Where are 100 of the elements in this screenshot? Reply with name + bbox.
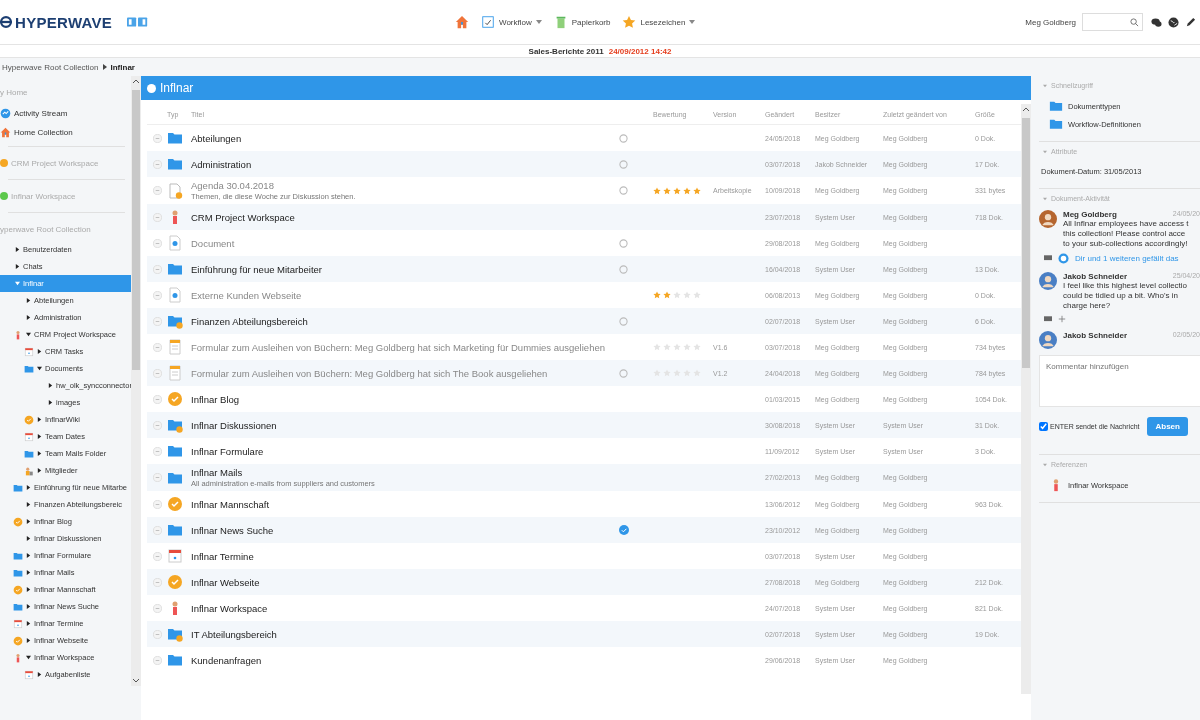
- collapsed-icon[interactable]: [26, 485, 31, 490]
- collapsed-icon[interactable]: [26, 315, 31, 320]
- collapsed-icon[interactable]: [26, 553, 31, 558]
- item-title[interactable]: Inflnar Termine: [191, 550, 254, 562]
- item-title[interactable]: CRM Project Workspace: [191, 211, 295, 223]
- home-menu[interactable]: [455, 15, 469, 29]
- expand-icon[interactable]: [152, 186, 162, 195]
- breadcrumb-link[interactable]: Hyperwave Root Collection: [2, 62, 99, 72]
- item-title[interactable]: Inflnar Blog: [191, 393, 240, 405]
- expand-icon[interactable]: [152, 525, 162, 535]
- item-title[interactable]: Finanzen Abteilungsbereich: [191, 315, 308, 327]
- folder-icon: [13, 482, 23, 493]
- collapsed-icon[interactable]: [48, 400, 53, 405]
- expand-icon[interactable]: [152, 394, 162, 404]
- expand-icon[interactable]: [152, 551, 162, 561]
- collapsed-icon[interactable]: [15, 247, 20, 252]
- collapsed-icon[interactable]: [48, 383, 53, 388]
- collapsed-icon[interactable]: [26, 519, 31, 524]
- collapsed-icon[interactable]: [37, 672, 42, 677]
- expand-icon[interactable]: [152, 420, 162, 430]
- expand-icon[interactable]: [152, 499, 162, 509]
- star-rating[interactable]: [653, 343, 701, 351]
- item-title[interactable]: Agenda 30.04.2018: [191, 180, 274, 191]
- collapsed-icon[interactable]: [26, 536, 31, 541]
- expand-icon[interactable]: [152, 473, 162, 482]
- item-title[interactable]: Inflnar Formulare: [191, 445, 264, 457]
- comment-field[interactable]: Kommentar hinzufügen: [1039, 355, 1200, 407]
- expand-icon[interactable]: [152, 368, 162, 378]
- collapsed-icon[interactable]: [26, 298, 31, 303]
- collapsed-icon[interactable]: [37, 434, 42, 439]
- item-title[interactable]: Einführung für neue Mitarbeiter: [191, 263, 322, 275]
- expand-icon[interactable]: [152, 446, 162, 456]
- item-title[interactable]: Inflnar Diskussionen: [191, 419, 277, 431]
- item-title[interactable]: Inflnar Mannschaft: [191, 498, 270, 510]
- collapsed-icon[interactable]: [37, 468, 42, 473]
- star-icon: [693, 186, 701, 195]
- item-title[interactable]: Document: [191, 237, 235, 249]
- star-rating[interactable]: [653, 291, 701, 299]
- collapsed-icon[interactable]: [26, 502, 31, 507]
- collapsed-icon[interactable]: [37, 451, 42, 456]
- item-title[interactable]: Kundenanfragen: [191, 654, 262, 666]
- pencil-icon[interactable]: [1185, 16, 1196, 28]
- expand-icon[interactable]: [152, 238, 162, 248]
- star-icon: [673, 343, 681, 351]
- layout-icon[interactable]: [127, 17, 150, 27]
- item-title[interactable]: Inflnar Workspace: [191, 602, 268, 614]
- collapsed-icon[interactable]: [37, 349, 42, 354]
- star-menu[interactable]: Lesezeichen: [622, 15, 696, 29]
- star-icon: [693, 343, 701, 351]
- item-title[interactable]: Externe Kunden Webseite: [191, 289, 302, 301]
- globe-icon[interactable]: [1168, 16, 1179, 28]
- folder-icon: [167, 130, 183, 146]
- folder-icon: [13, 550, 23, 561]
- item-title[interactable]: Formular zum Ausleihen von Büchern: Meg Goldberg hat sich Marketing für Dummies ausgeliehen: [191, 341, 605, 353]
- sidebar-item[interactable]: Activity Stream: [0, 104, 131, 123]
- checkbox[interactable]: [1039, 422, 1048, 431]
- expanded-icon[interactable]: [26, 655, 31, 660]
- folder-icon: [13, 567, 23, 578]
- item-title[interactable]: Inflnar Mails: [191, 467, 243, 478]
- collapsed-icon[interactable]: [37, 417, 42, 422]
- logo: HYPERWAVE: [15, 13, 113, 31]
- expand-icon[interactable]: [152, 316, 162, 326]
- collapsed-icon[interactable]: [26, 570, 31, 575]
- collapsed-icon[interactable]: [26, 638, 31, 643]
- sidebar-item[interactable]: Home Collection: [0, 123, 131, 142]
- item-title[interactable]: Formular zum Ausleihen von Büchern: Meg Goldberg hat sich The Book ausgeliehen: [191, 367, 548, 379]
- expand-icon[interactable]: [152, 133, 162, 143]
- expand-icon[interactable]: [152, 603, 162, 613]
- collapsed-icon[interactable]: [26, 604, 31, 609]
- author-name[interactable]: Jakob Schneider: [1063, 272, 1128, 281]
- author-name[interactable]: Jakob Schneider: [1063, 331, 1128, 340]
- item-title[interactable]: Administration: [191, 158, 252, 170]
- blog-icon: [13, 635, 23, 646]
- collapsed-icon[interactable]: [15, 264, 20, 269]
- expanded-icon[interactable]: [26, 332, 31, 337]
- item-title[interactable]: Inflnar Webseite: [191, 576, 260, 588]
- expand-icon[interactable]: [152, 577, 162, 587]
- expand-icon[interactable]: [152, 264, 162, 274]
- expanded-icon[interactable]: [37, 366, 42, 371]
- item-title[interactable]: IT Abteilungsbereich: [191, 628, 277, 640]
- expand-icon[interactable]: [152, 290, 162, 300]
- item-title[interactable]: Inflnar News Suche: [191, 524, 274, 536]
- chat-icon[interactable]: [1151, 16, 1162, 28]
- author-name[interactable]: Meg Goldberg: [1063, 210, 1117, 219]
- expand-icon[interactable]: [152, 629, 162, 639]
- trash-menu[interactable]: Papierkorb: [553, 15, 611, 29]
- star-rating[interactable]: [653, 186, 701, 195]
- breadcrumb-link[interactable]: Inflnar: [110, 62, 135, 72]
- search-icon[interactable]: [1130, 17, 1139, 27]
- user-name[interactable]: Meg Goldberg: [1025, 17, 1076, 27]
- expand-icon[interactable]: [152, 212, 162, 222]
- expand-icon[interactable]: [152, 342, 162, 352]
- expand-icon[interactable]: [152, 159, 162, 169]
- expand-icon[interactable]: [152, 655, 162, 665]
- workflow-menu[interactable]: Workflow: [481, 15, 542, 29]
- star-icon: [653, 291, 661, 299]
- search-field[interactable]: [1082, 13, 1143, 31]
- item-title[interactable]: Abteilungen: [191, 132, 242, 144]
- collapsed-icon[interactable]: [26, 621, 31, 626]
- collapsed-icon[interactable]: [26, 587, 31, 592]
